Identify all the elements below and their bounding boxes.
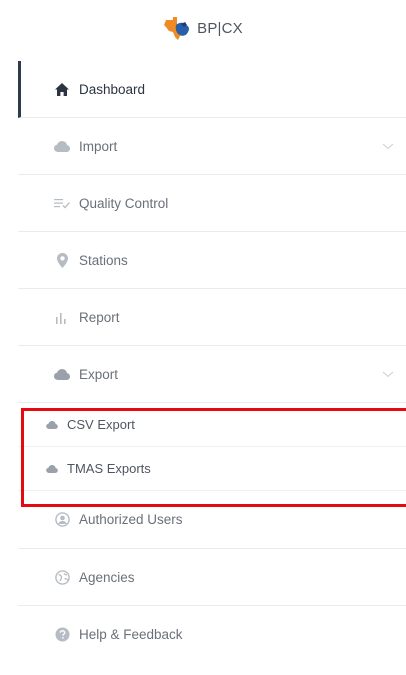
sidebar-item-export[interactable]: Export	[18, 346, 406, 403]
help-icon	[54, 627, 70, 643]
sidebar-subitem-csv-export[interactable]: CSV Export	[18, 403, 406, 447]
globe-icon	[54, 569, 70, 585]
bar-chart-icon	[54, 309, 70, 325]
sidebar-item-agencies[interactable]: Agencies	[18, 549, 406, 606]
map-pin-icon	[54, 252, 70, 268]
sidebar-item-report[interactable]: Report	[18, 289, 406, 346]
home-icon	[54, 81, 70, 97]
sidebar-subitem-label: TMAS Exports	[67, 461, 151, 476]
export-submenu: CSV Export TMAS Exports	[18, 403, 406, 491]
sidebar-item-authorized-users[interactable]: Authorized Users	[18, 491, 406, 549]
sidebar-item-dashboard[interactable]: Dashboard	[18, 61, 406, 118]
sidebar-nav: Dashboard Import Quality Control Station…	[18, 61, 406, 663]
user-circle-icon	[54, 512, 70, 528]
cloud-icon	[46, 419, 60, 431]
list-check-icon	[54, 195, 70, 211]
sidebar-item-label: Export	[79, 366, 119, 382]
chevron-down-icon[interactable]	[382, 141, 394, 151]
sidebar-item-quality-control[interactable]: Quality Control	[18, 175, 406, 232]
sidebar-item-label: Help & Feedback	[79, 627, 183, 642]
sidebar-item-label: Import	[79, 138, 118, 154]
sidebar-subitem-label: CSV Export	[67, 417, 135, 432]
sidebar-item-label: Agencies	[79, 569, 135, 585]
brand-header[interactable]: BP|CX	[0, 0, 406, 58]
chevron-down-icon[interactable]	[382, 369, 394, 379]
sidebar-item-import[interactable]: Import	[18, 118, 406, 175]
sidebar-subitem-tmas-exports[interactable]: TMAS Exports	[18, 447, 406, 491]
sidebar-item-label: Dashboard	[79, 81, 146, 97]
sidebar-item-label: Quality Control	[79, 195, 169, 211]
texas-state-logo-icon	[164, 17, 190, 40]
sidebar-item-label: Report	[79, 309, 120, 325]
cloud-icon	[46, 463, 60, 475]
sidebar-item-help-feedback[interactable]: Help & Feedback	[18, 606, 406, 663]
sidebar-item-label: Authorized Users	[79, 512, 183, 527]
brand-title: BP|CX	[197, 19, 243, 37]
cloud-icon	[54, 138, 70, 154]
sidebar-item-label: Stations	[79, 252, 128, 268]
cloud-icon	[54, 366, 70, 382]
sidebar-item-stations[interactable]: Stations	[18, 232, 406, 289]
